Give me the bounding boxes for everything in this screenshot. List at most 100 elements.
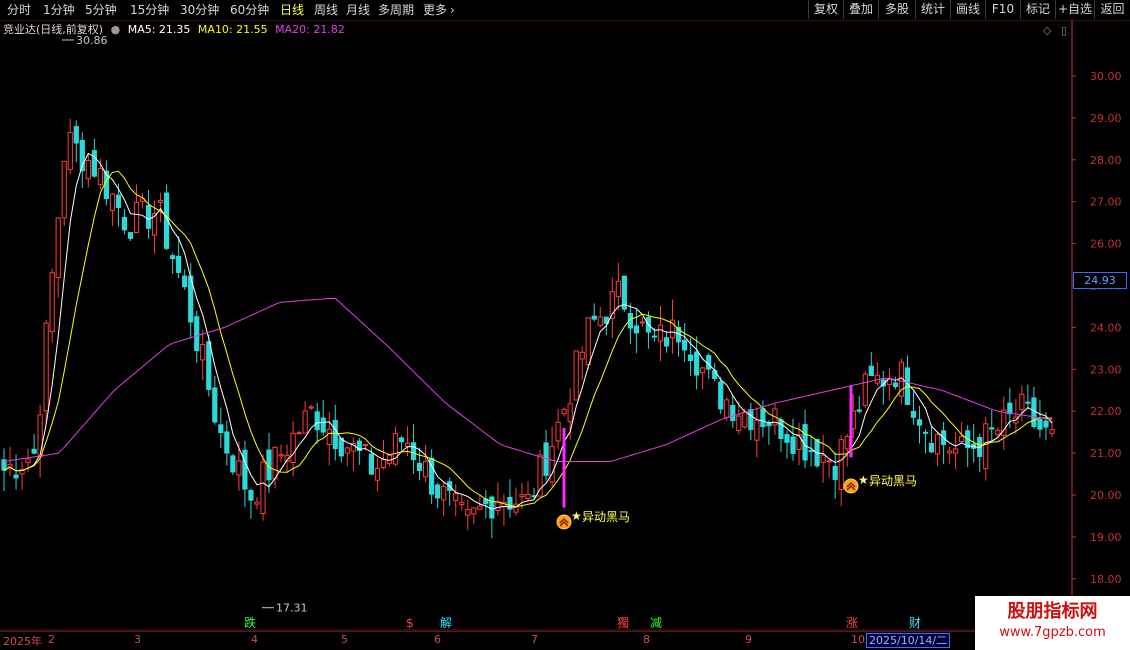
candle [326, 411, 332, 466]
candle [248, 488, 254, 519]
month-label: 2025年 [3, 635, 42, 648]
signal-label: 异动黑马 [869, 474, 917, 488]
candle [561, 407, 567, 417]
event-marker: 财 [909, 616, 921, 630]
candle-body [206, 341, 212, 390]
candle-body [260, 461, 266, 514]
candle [398, 435, 405, 451]
watermark-title: 股朋指标网 [1007, 601, 1098, 622]
candle-body [194, 316, 200, 352]
candle [7, 446, 13, 477]
candle-body [688, 354, 694, 362]
candle [820, 434, 826, 483]
y-tick-label: 20.00 [1090, 489, 1122, 502]
candle [302, 401, 308, 434]
candle [127, 231, 134, 241]
candle [19, 461, 25, 490]
candle-body [236, 460, 242, 476]
y-tick-label: 26.00 [1090, 238, 1122, 251]
candle [934, 431, 941, 466]
candle [139, 192, 146, 209]
candle [549, 426, 555, 487]
candle-body [844, 435, 850, 450]
candle-body [459, 502, 465, 506]
y-tick-label: 19.00 [1090, 531, 1122, 544]
candle-body [706, 355, 712, 370]
candle [423, 444, 429, 483]
watermark-url: www.7gpzb.com [999, 625, 1106, 640]
candle-body [525, 493, 531, 500]
candle-body [176, 255, 182, 273]
candle-body [290, 432, 296, 464]
candle-body [145, 204, 152, 229]
candle [748, 402, 754, 441]
event-marker: 涨 [846, 615, 858, 630]
candle [79, 132, 85, 189]
candle-body [657, 324, 664, 342]
candle [212, 376, 218, 425]
candle [916, 406, 923, 444]
candle-body [362, 444, 368, 447]
candle [507, 479, 513, 518]
candle [880, 370, 886, 405]
candle-body [796, 434, 802, 450]
candlestick-chart: ★异动黑马★异动黑马 30.0029.0028.0027.0026.0025.0… [0, 20, 1122, 648]
candle-body [579, 351, 585, 360]
candle [657, 305, 664, 362]
candle-body [766, 422, 772, 427]
candle-body [218, 424, 224, 434]
y-tick-label: 24.00 [1090, 321, 1122, 334]
candle [188, 263, 194, 339]
candle [760, 400, 766, 438]
candle [513, 487, 519, 516]
event-marker: 獨 [617, 615, 629, 630]
candle [254, 496, 260, 510]
candle [862, 370, 868, 409]
candle [784, 430, 790, 459]
candle-body [591, 315, 597, 320]
candle-body [892, 382, 899, 388]
candle-body [37, 414, 43, 458]
candle [133, 184, 140, 234]
candle-body [332, 419, 338, 450]
candle [808, 435, 814, 467]
candle-body [910, 410, 917, 418]
candle [597, 307, 603, 328]
date-axis: 2025年 2 3 4 5 6 7 8 9 10 2025/10/14/二 [0, 631, 1072, 649]
candle [344, 446, 350, 467]
star-icon: ★ [571, 509, 582, 523]
candle [874, 362, 880, 386]
candle-body [25, 458, 31, 464]
cursor-date-label: 2025/10/14/二 [866, 633, 951, 648]
candle [591, 303, 597, 322]
candle [495, 482, 501, 516]
candle [1019, 385, 1025, 422]
candle-body [519, 494, 525, 498]
candle [645, 311, 652, 349]
candle-body [471, 507, 477, 515]
candle [308, 404, 314, 410]
candle [320, 399, 326, 436]
candle-body [820, 454, 826, 463]
candle-body [651, 335, 658, 338]
candle-body [700, 367, 706, 374]
candle-body [278, 454, 284, 457]
candle-body [922, 431, 929, 434]
candle-body [615, 280, 621, 298]
candle [977, 433, 983, 473]
candle [730, 395, 736, 428]
candle-body [832, 465, 838, 480]
candle [983, 416, 989, 481]
double-chevron-up-icon [556, 514, 572, 530]
candle-body [121, 216, 128, 231]
candle-body [736, 415, 742, 432]
candle-body [416, 462, 423, 472]
candle [766, 420, 772, 445]
candle-body [1019, 393, 1025, 411]
candle [477, 494, 483, 510]
candle-body [681, 339, 688, 351]
candle-body [242, 449, 248, 490]
month-label: 9 [745, 633, 752, 646]
month-label: 2 [48, 633, 55, 646]
y-tick-label: 30.00 [1090, 70, 1122, 83]
